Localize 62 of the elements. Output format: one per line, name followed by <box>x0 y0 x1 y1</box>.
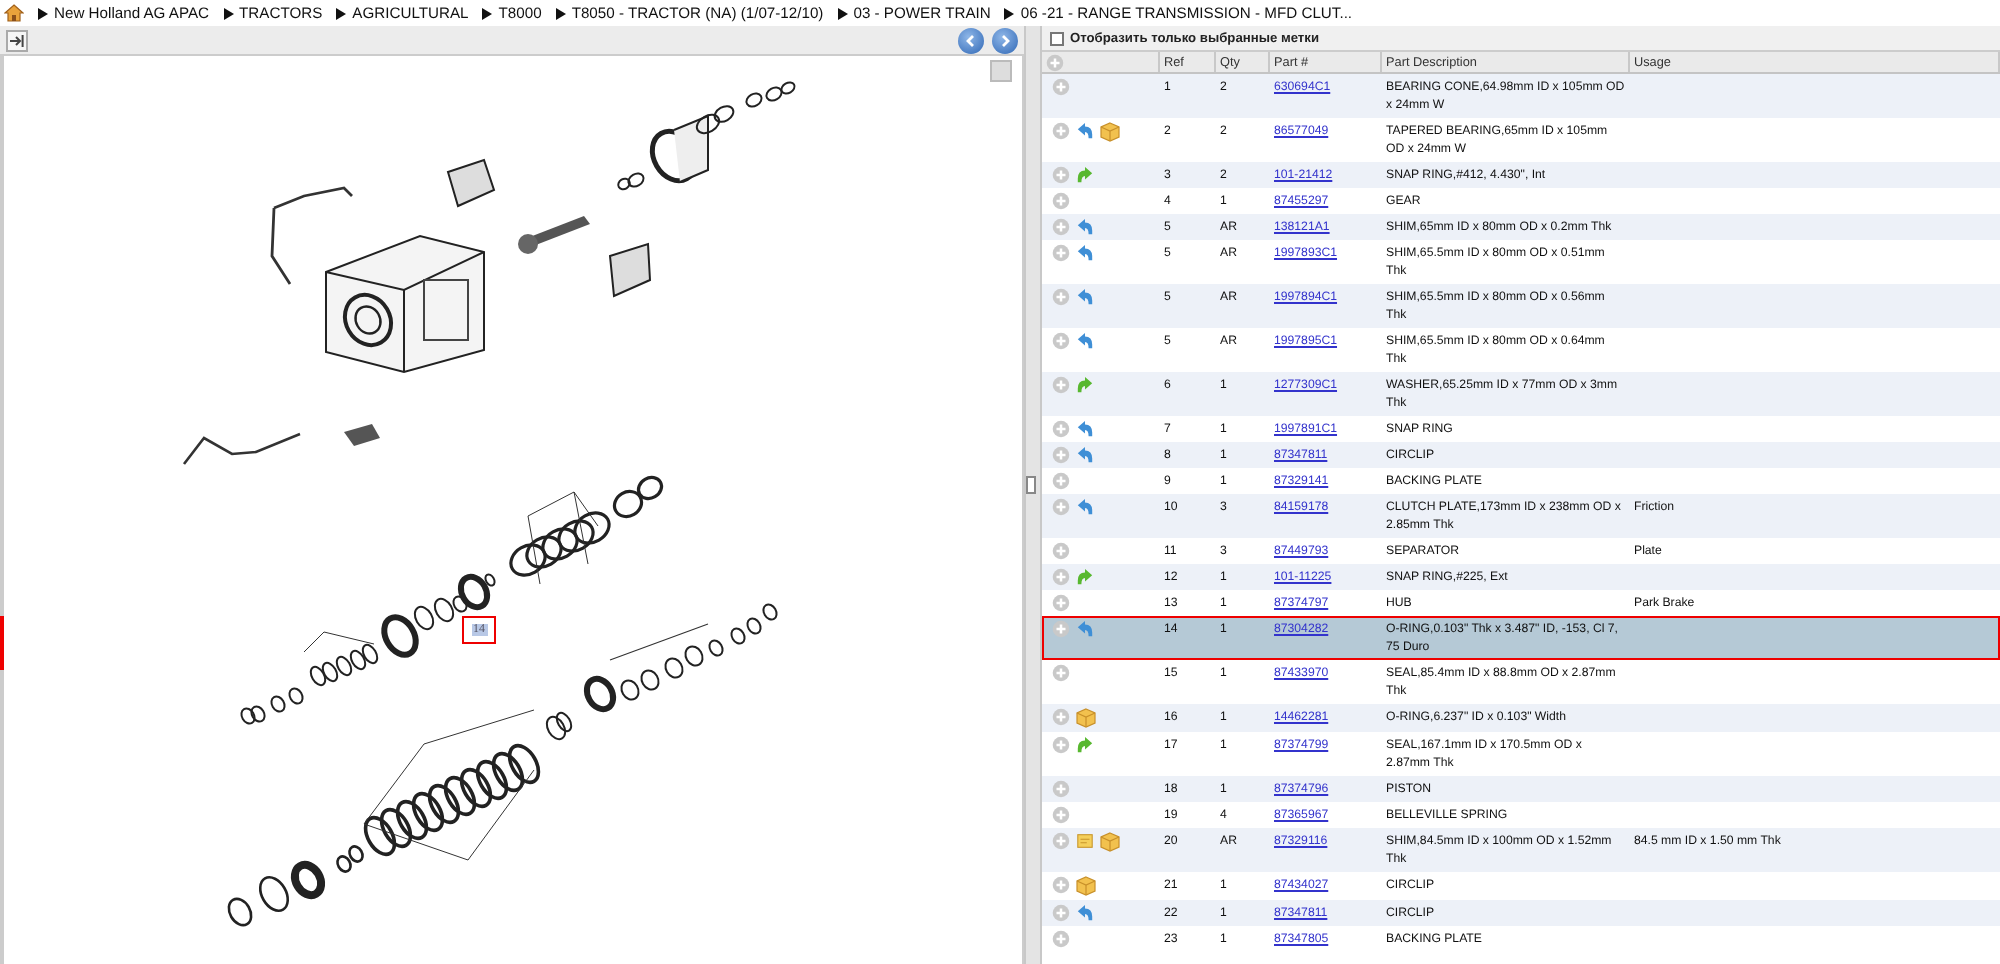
add-icon[interactable] <box>1052 806 1070 824</box>
add-icon[interactable] <box>1052 594 1070 612</box>
forward-arrow-icon[interactable] <box>1076 166 1094 184</box>
back-arrow-icon[interactable] <box>1076 332 1094 350</box>
add-icon[interactable] <box>1052 620 1070 638</box>
triangle-icon <box>837 7 848 19</box>
add-icon[interactable] <box>1052 288 1070 306</box>
add-icon[interactable] <box>1052 376 1070 394</box>
add-icon[interactable] <box>1052 446 1070 464</box>
add-icon[interactable] <box>1052 542 1070 560</box>
add-all-icon[interactable] <box>1046 53 1064 71</box>
add-icon[interactable] <box>1052 498 1070 516</box>
triangle-icon <box>336 7 347 19</box>
forward-arrow-icon[interactable] <box>1076 736 1094 754</box>
box-icon[interactable] <box>1100 832 1120 852</box>
forward-arrow-icon[interactable] <box>1076 376 1094 394</box>
triangle-icon <box>555 7 566 19</box>
back-arrow-icon[interactable] <box>1076 244 1094 262</box>
add-icon[interactable] <box>1052 876 1070 894</box>
back-arrow-icon[interactable] <box>1076 122 1094 140</box>
add-icon[interactable] <box>1052 664 1070 682</box>
box-icon[interactable] <box>1100 122 1120 142</box>
add-icon[interactable] <box>1052 568 1070 586</box>
triangle-icon <box>38 7 48 19</box>
back-arrow-icon[interactable] <box>1076 904 1094 922</box>
add-icon[interactable] <box>1052 166 1070 184</box>
back-arrow-icon[interactable] <box>1076 498 1094 516</box>
box-icon[interactable] <box>1076 876 1096 896</box>
triangle-icon <box>1004 7 1015 19</box>
add-icon[interactable] <box>1052 930 1070 948</box>
back-arrow-icon[interactable] <box>1076 420 1094 438</box>
add-icon[interactable] <box>1052 832 1070 850</box>
add-icon[interactable] <box>1052 472 1070 490</box>
chevron-right-icon[interactable] <box>998 33 1012 47</box>
back-arrow-icon[interactable] <box>1076 446 1094 464</box>
back-arrow-icon[interactable] <box>1076 288 1094 306</box>
add-icon[interactable] <box>1052 332 1070 350</box>
back-arrow-icon[interactable] <box>1076 218 1094 236</box>
add-icon[interactable] <box>1052 244 1070 262</box>
note-icon[interactable] <box>1076 832 1094 850</box>
chevron-left-icon[interactable] <box>964 33 978 47</box>
add-icon[interactable] <box>1052 192 1070 210</box>
back-arrow-icon[interactable] <box>1076 620 1094 638</box>
add-icon[interactable] <box>1052 218 1070 236</box>
add-icon[interactable] <box>1052 122 1070 140</box>
zoom-button[interactable] <box>990 60 1012 82</box>
filter-checkbox[interactable] <box>1050 31 1064 45</box>
add-icon[interactable] <box>1052 904 1070 922</box>
triangle-icon <box>223 7 234 19</box>
back-button[interactable] <box>958 27 984 53</box>
splitter-handle[interactable] <box>1026 476 1036 494</box>
add-icon[interactable] <box>1052 736 1070 754</box>
add-icon[interactable] <box>1052 78 1070 96</box>
box-icon[interactable] <box>1076 708 1096 728</box>
add-icon[interactable] <box>1052 708 1070 726</box>
add-icon[interactable] <box>1052 780 1070 798</box>
add-icon[interactable] <box>1052 420 1070 438</box>
triangle-icon <box>482 7 493 19</box>
forward-button[interactable] <box>992 27 1018 53</box>
home-icon[interactable] <box>4 4 24 22</box>
forward-arrow-icon[interactable] <box>1076 568 1094 586</box>
position-marker <box>0 616 4 670</box>
